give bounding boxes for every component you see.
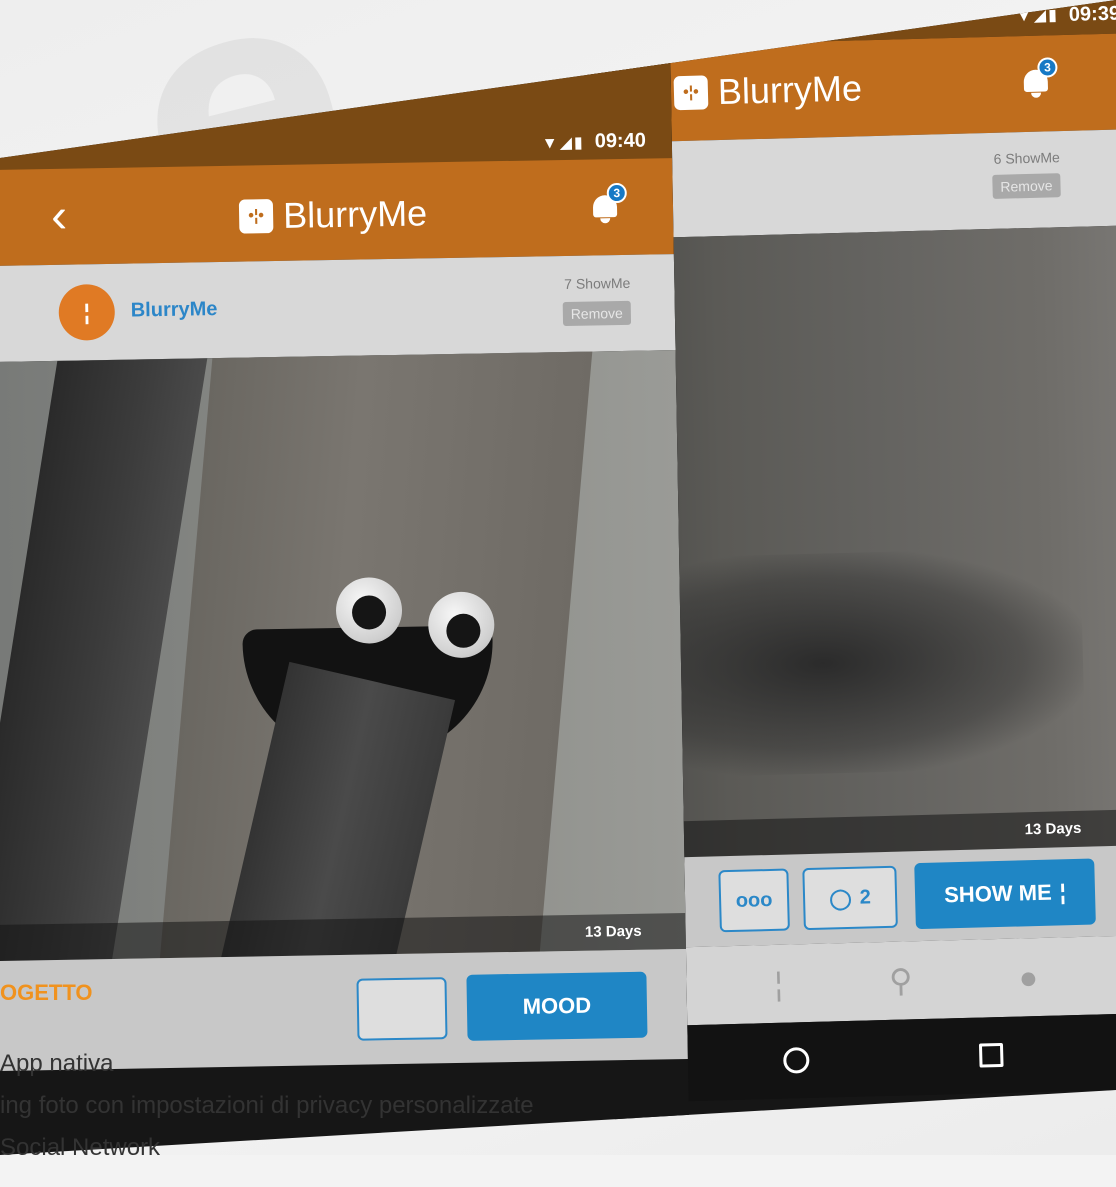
app-bar: ‹ BlurryMe 3 bbox=[0, 158, 674, 269]
remove-button[interactable]: Remove bbox=[562, 300, 632, 327]
brand-logo-icon bbox=[238, 199, 274, 234]
app-brand: BlurryMe bbox=[673, 67, 862, 114]
showme-count: 6 ShowMe bbox=[993, 149, 1060, 167]
comment-count: 2 bbox=[859, 885, 872, 909]
notification-bell-icon[interactable]: 3 bbox=[589, 182, 627, 224]
caption-line-2: ing foto con impostazioni di privacy per… bbox=[0, 1092, 534, 1119]
notification-bell-icon[interactable]: 3 bbox=[1019, 57, 1058, 98]
brand-logo-icon bbox=[673, 75, 709, 111]
back-chevron-icon[interactable]: ‹ bbox=[51, 189, 68, 244]
app-title: BlurryMe bbox=[282, 192, 428, 236]
signal-battery-icon: ▼◢▮ bbox=[541, 134, 585, 152]
post-header: ¦ BlurryMe 7 ShowMe Remove bbox=[0, 254, 676, 365]
comment-bubble-icon: ◯ bbox=[829, 887, 853, 910]
app-title: BlurryMe bbox=[717, 67, 863, 113]
post-username[interactable]: BlurryMe bbox=[131, 298, 218, 323]
blurryme-glyph-icon: ¦ bbox=[1059, 879, 1067, 905]
caption-line-1: App nativa bbox=[0, 1050, 114, 1077]
caption-line-3: Social Network bbox=[0, 1134, 161, 1161]
show-me-label: SHOW ME bbox=[943, 879, 1053, 908]
showme-count: 7 ShowMe bbox=[564, 274, 631, 292]
notification-badge: 3 bbox=[1037, 57, 1058, 78]
status-clock: 09:40 bbox=[594, 129, 647, 153]
more-options-button[interactable]: ooo bbox=[718, 868, 790, 933]
notification-badge: 3 bbox=[606, 182, 627, 204]
user-avatar[interactable]: ¦ bbox=[58, 283, 116, 341]
post-photo[interactable] bbox=[0, 350, 686, 964]
remove-button[interactable]: Remove bbox=[992, 173, 1061, 199]
project-caption: OGETTO App nativa ing foto con impostazi… bbox=[0, 980, 1116, 1161]
show-me-button[interactable]: SHOW ME ¦ bbox=[914, 858, 1096, 930]
caption-title: OGETTO bbox=[0, 980, 93, 1005]
more-dots-icon: ooo bbox=[735, 888, 773, 912]
comments-button[interactable]: ◯ 2 bbox=[802, 865, 898, 931]
app-brand: BlurryMe bbox=[238, 192, 428, 237]
